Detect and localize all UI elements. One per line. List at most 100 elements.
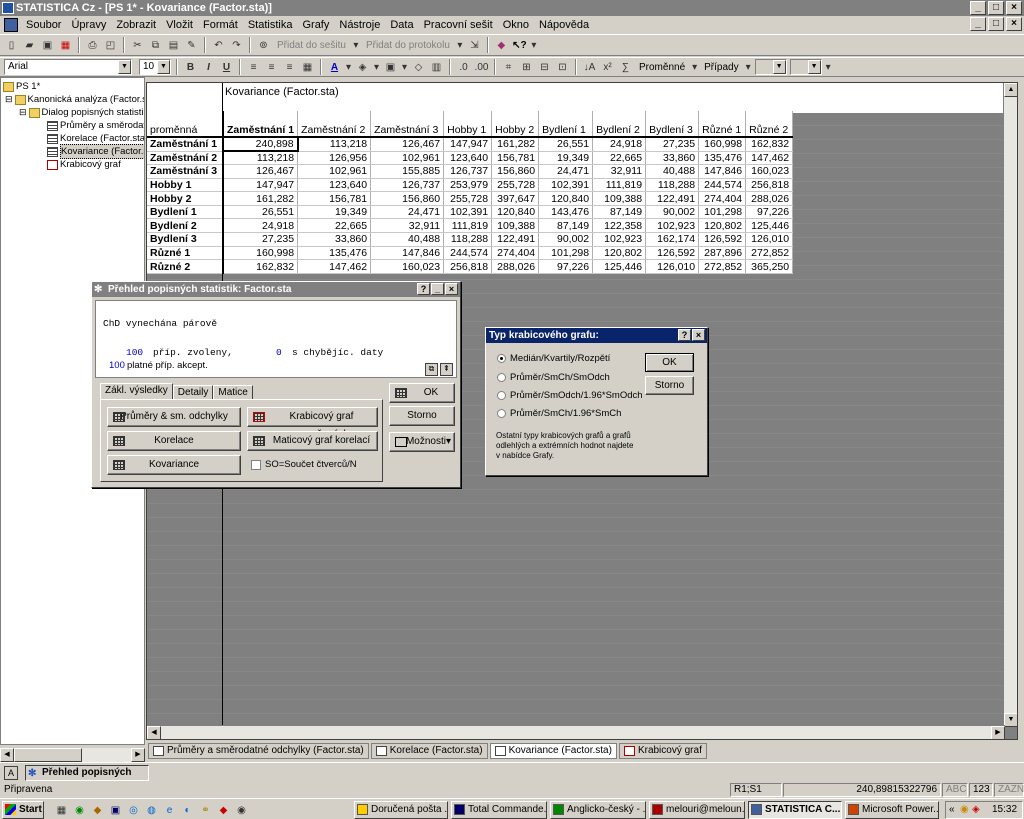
table-cell[interactable]: 22,665 [297, 218, 372, 234]
tab-correlations[interactable]: Korelace (Factor.sta) [370, 743, 488, 759]
font-color-icon[interactable]: A [327, 60, 342, 75]
radio-circle[interactable] [497, 391, 506, 400]
table-cell[interactable]: 126,592 [698, 232, 747, 247]
grid-icon[interactable]: ▥ [429, 60, 444, 75]
delete-icon[interactable]: ⊟ [537, 60, 552, 75]
table-cell[interactable]: 113,218 [223, 151, 299, 166]
task-email[interactable]: melouri@meloun... [649, 801, 745, 819]
table-cell[interactable]: 162,174 [645, 232, 700, 247]
copy-icon[interactable]: ⧉ [425, 363, 438, 376]
menu-file[interactable]: Soubor [21, 19, 66, 31]
scroll-left-icon[interactable]: ◀ [0, 748, 14, 762]
x-squared-icon[interactable]: x² [600, 60, 615, 75]
collapse-icon[interactable]: ⊟ [19, 106, 27, 119]
covariance-button[interactable]: Kovariance [107, 455, 241, 475]
table-cell[interactable]: 32,911 [370, 218, 445, 234]
formula-icon[interactable]: ∑ [618, 60, 633, 75]
table-cell[interactable]: 272,852 [745, 246, 794, 261]
tab-means[interactable]: Průměry a směrodatné odchylky (Factor.st… [148, 743, 369, 759]
format-painter-icon[interactable]: ✎ [184, 38, 199, 53]
table-cell[interactable]: 156,781 [297, 191, 372, 206]
pin-icon[interactable]: ⇞ [440, 363, 453, 376]
scroll-right-icon[interactable]: ▶ [131, 748, 145, 762]
tree-node-means[interactable]: Průměry a směrodatn [47, 119, 144, 132]
scroll-up-icon[interactable]: ▲ [1004, 83, 1017, 97]
quicklaunch-icon[interactable]: ◉ [72, 803, 87, 818]
quicklaunch-icon[interactable]: ◐ [180, 803, 195, 818]
table-cell[interactable]: 288,026 [745, 191, 794, 206]
table-cell[interactable]: 122,491 [491, 232, 540, 247]
table-cell[interactable]: 102,961 [297, 164, 372, 179]
table-cell[interactable]: 256,818 [745, 178, 794, 193]
table-cell[interactable]: 160,023 [370, 259, 445, 274]
quicklaunch-icon[interactable]: ◆ [216, 803, 231, 818]
tray-icon[interactable]: ◈ [972, 802, 980, 818]
row-header[interactable]: Bydlení 2 [147, 218, 224, 234]
quicklaunch-icon[interactable]: ◍ [144, 803, 159, 818]
row-header[interactable]: Zaměstnání 3 [147, 164, 224, 179]
table-cell[interactable]: 109,388 [491, 218, 540, 234]
table-cell[interactable]: 240,898 [222, 136, 299, 152]
tag-icon[interactable]: ◇ [411, 60, 426, 75]
menu-statistics[interactable]: Statistika [243, 19, 298, 31]
toolbar-options-icon[interactable]: ▾ [825, 60, 832, 75]
radio-mean-se-sd[interactable]: Průměr/SmCh/SmOdch [497, 372, 610, 383]
font-select[interactable]: Arial ▼ [4, 59, 132, 75]
table-cell[interactable]: 125,446 [745, 218, 794, 234]
row-header[interactable]: Bydlení 3 [147, 232, 224, 247]
task-outlook[interactable]: Doručená pošta ... [354, 801, 448, 819]
table-cell[interactable]: 162,832 [223, 259, 299, 274]
tab-matrix[interactable]: Matice [213, 385, 253, 400]
close-button[interactable]: × [445, 283, 458, 295]
table-cell[interactable]: 90,002 [538, 232, 594, 247]
row-header[interactable]: Zaměstnání 2 [147, 151, 224, 166]
menu-graphs[interactable]: Grafy [297, 19, 334, 31]
table-cell[interactable]: 90,002 [645, 205, 700, 220]
table-cell[interactable]: 365,250 [745, 259, 794, 274]
chevron-down-icon[interactable]: ▼ [118, 60, 131, 74]
table-cell[interactable]: 256,818 [443, 259, 493, 274]
doc-icon[interactable] [4, 17, 18, 32]
doc-close-button[interactable]: × [1006, 17, 1022, 31]
pdf-icon[interactable]: ▦ [58, 38, 73, 53]
table-cell[interactable]: 126,737 [443, 164, 493, 179]
chevron-down-icon[interactable]: ▾ [745, 60, 752, 75]
table-cell[interactable]: 126,592 [645, 246, 700, 261]
table-cell[interactable]: 160,998 [223, 246, 299, 261]
table-cell[interactable]: 135,476 [297, 246, 372, 261]
table-cell[interactable]: 162,832 [745, 137, 794, 152]
merge-icon[interactable]: ⇲ [467, 38, 482, 53]
align-right-icon[interactable]: ≡ [282, 60, 297, 75]
table-cell[interactable]: 102,923 [645, 218, 700, 234]
table-cell[interactable]: 147,462 [297, 259, 372, 274]
align-center-icon[interactable]: ≡ [264, 60, 279, 75]
align-left-icon[interactable]: ≡ [246, 60, 261, 75]
table-cell[interactable]: 26,551 [538, 137, 594, 152]
radio-mean-sd-196[interactable]: Průměr/SmOdch/1.96*SmOdch [497, 390, 643, 401]
table-cell[interactable]: 123,640 [297, 178, 372, 193]
border-icon[interactable]: ▣ [383, 60, 398, 75]
row-header[interactable]: Různé 2 [147, 259, 224, 274]
table-cell[interactable]: 244,574 [443, 246, 493, 261]
table-cell[interactable]: 255,728 [491, 178, 540, 193]
chevron-down-icon[interactable]: ▼ [772, 60, 786, 74]
paste-icon[interactable]: ▤ [166, 38, 181, 53]
menu-tools[interactable]: Nástroje [334, 19, 385, 31]
table-cell[interactable]: 102,961 [370, 151, 445, 166]
scroll-down-icon[interactable]: ▼ [1004, 713, 1017, 727]
table-cell[interactable]: 274,404 [491, 246, 540, 261]
tray-expand-icon[interactable]: « [949, 802, 955, 818]
table-cell[interactable]: 33,860 [297, 232, 372, 247]
table-cell[interactable]: 102,391 [538, 178, 594, 193]
correlations-button[interactable]: Korelace [107, 431, 241, 451]
table-cell[interactable]: 118,288 [645, 178, 700, 193]
table-cell[interactable]: 120,802 [592, 246, 647, 261]
table-cell[interactable]: 126,467 [223, 164, 299, 179]
chevron-down-icon[interactable]: ▼ [157, 60, 170, 74]
row-header[interactable]: Hobby 2 [147, 191, 224, 206]
task-statistica[interactable]: STATISTICA C... [748, 801, 842, 819]
table-cell[interactable]: 397,647 [491, 191, 540, 206]
table-cell[interactable]: 40,488 [370, 232, 445, 247]
table-cell[interactable]: 161,282 [491, 137, 540, 152]
table-cell[interactable]: 147,947 [223, 178, 299, 193]
